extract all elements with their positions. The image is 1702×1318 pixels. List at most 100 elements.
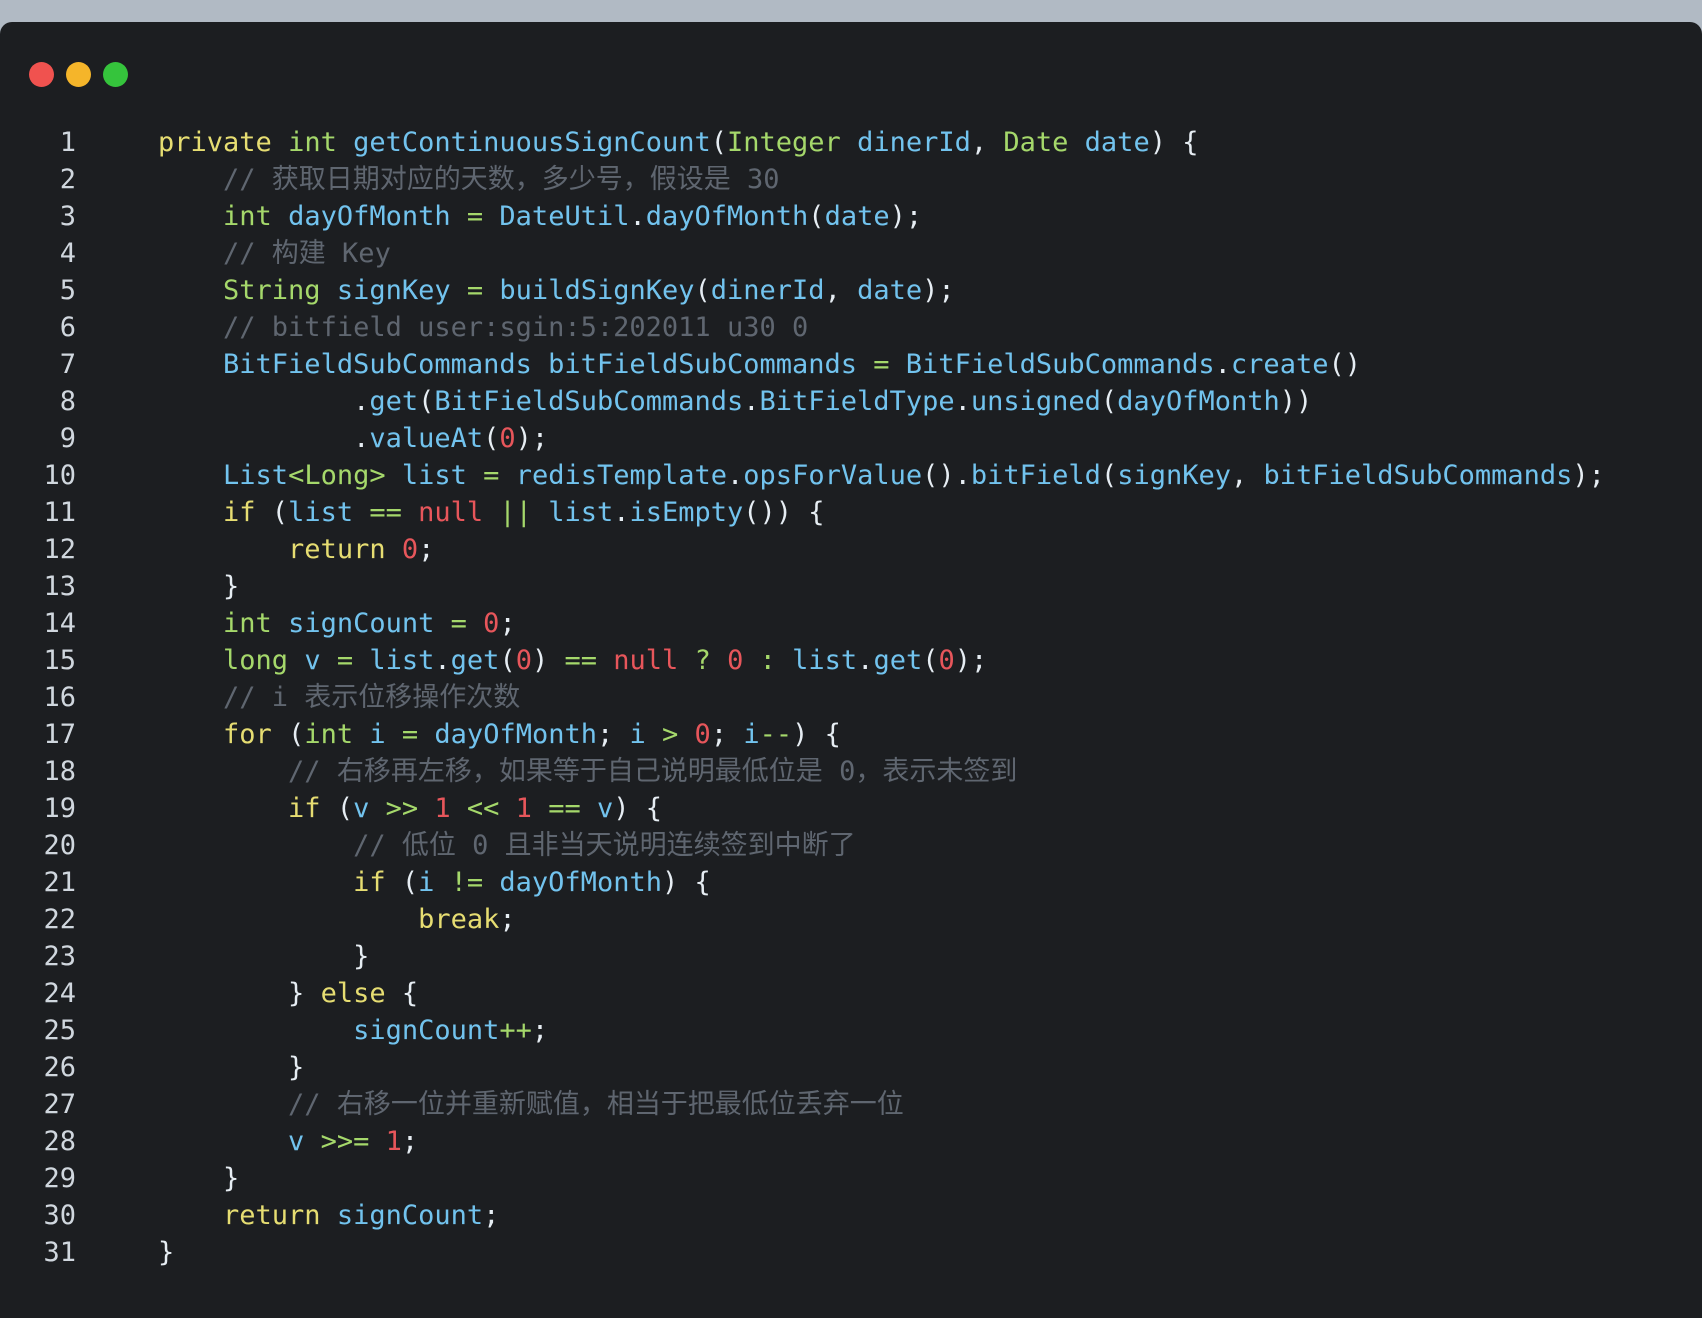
code-line: 29 } — [0, 1160, 1702, 1197]
code-token: get — [369, 386, 419, 417]
code-text: String signKey = buildSignKey(dinerId, d… — [158, 272, 955, 309]
code-line: 9 .valueAt(0); — [0, 420, 1702, 457]
code-text: .valueAt(0); — [158, 420, 548, 457]
code-token: ) { — [1149, 127, 1199, 158]
line-number: 29 — [43, 1163, 76, 1194]
code-text: BitFieldSubCommands bitFieldSubCommands … — [158, 346, 1361, 383]
code-token: BitFieldSubCommands — [434, 386, 744, 417]
code-text: return 0; — [158, 531, 434, 568]
code-token: unsigned — [970, 386, 1101, 417]
line-number: 8 — [59, 386, 76, 417]
line-number: 2 — [59, 164, 76, 195]
code-token: : — [743, 645, 793, 676]
minimize-button[interactable] — [66, 62, 91, 87]
code-line: 15 long v = list.get(0) == null ? 0 : li… — [0, 642, 1702, 679]
code-token: 1 — [385, 1126, 402, 1157]
line-number: 27 — [43, 1089, 76, 1120]
code-token: )) — [1279, 386, 1313, 417]
code-line: 17 for (int i = dayOfMonth; i > 0; i--) … — [0, 716, 1702, 753]
code-token: ( — [694, 275, 711, 306]
code-token: Long — [304, 460, 370, 491]
code-token: } — [288, 978, 321, 1009]
code-text: .get(BitFieldSubCommands.BitFieldType.un… — [158, 383, 1312, 420]
code-text: signCount++; — [158, 1012, 548, 1049]
code-token: valueAt — [369, 423, 484, 454]
code-line: 10 List<Long> list = redisTemplate.opsFo… — [0, 457, 1702, 494]
code-token: 0 — [483, 608, 500, 639]
code-token: // 获取日期对应的天数，多少号，假设是 30 — [223, 164, 780, 195]
code-token: return — [288, 534, 386, 565]
code-token: long — [223, 645, 289, 676]
code-token: () — [1328, 349, 1361, 380]
code-token: DateUtil — [499, 201, 630, 232]
code-token: > — [645, 719, 695, 750]
code-token: signKey — [1117, 460, 1231, 491]
line-number: 10 — [43, 460, 76, 491]
code-token: list — [792, 645, 858, 676]
code-token: << — [450, 793, 516, 824]
code-token: signCount — [336, 1200, 484, 1231]
code-line: 25 signCount++; — [0, 1012, 1702, 1049]
code-token: 1 — [515, 793, 532, 824]
code-token: = — [320, 645, 370, 676]
code-line: 28 v >>= 1; — [0, 1123, 1702, 1160]
code-token: BitFieldType — [759, 386, 955, 417]
line-number: 21 — [43, 867, 76, 898]
code-token: } — [223, 1163, 240, 1194]
code-token: redisTemplate — [515, 460, 728, 491]
code-window: 1 private int getContinuousSignCount(Inte… — [0, 22, 1702, 1318]
code-token: dinerId — [710, 275, 825, 306]
code-token: ); — [954, 645, 988, 676]
code-token: ; — [499, 904, 516, 935]
code-token: ; — [483, 1200, 500, 1231]
code-token: , — [1231, 460, 1264, 491]
line-number: 31 — [43, 1237, 76, 1268]
code-text: if (v >> 1 << 1 == v) { — [158, 790, 662, 827]
code-token: -- — [759, 719, 793, 750]
code-text: // 右移一位并重新赋值，相当于把最低位丢弃一位 — [158, 1086, 904, 1123]
code-token: 0 — [401, 534, 419, 565]
code-token: bitField — [970, 460, 1101, 491]
line-number: 28 — [43, 1126, 76, 1157]
code-token: ( — [385, 867, 419, 898]
code-token: v — [288, 1126, 305, 1157]
code-line: 8 .get(BitFieldSubCommands.BitFieldType.… — [0, 383, 1702, 420]
code-line: 30 return signCount; — [0, 1197, 1702, 1234]
code-token: // 右移再左移，如果等于自己说明最低位是 0，表示未签到 — [288, 756, 1018, 787]
code-token: = — [434, 608, 484, 639]
code-line: 6 // bitfield user:sgin:5:202011 u30 0 — [0, 309, 1702, 346]
code-token: date — [857, 275, 923, 306]
code-token: // i 表示位移操作次数 — [223, 682, 521, 713]
code-token: ( — [320, 793, 354, 824]
code-token: BitFieldSubCommands — [905, 349, 1215, 380]
code-token: // 低位 0 且非当天说明连续签到中断了 — [353, 830, 856, 861]
code-token: . — [613, 497, 630, 528]
line-number: 1 — [59, 127, 76, 158]
code-token: dayOfMonth — [434, 719, 597, 750]
code-token: ( — [271, 719, 305, 750]
code-line: 20 // 低位 0 且非当天说明连续签到中断了 — [0, 827, 1702, 864]
maximize-button[interactable] — [103, 62, 128, 87]
code-text: } — [158, 568, 239, 605]
code-token: != — [434, 867, 500, 898]
line-number: 25 — [43, 1015, 76, 1046]
code-token: get — [873, 645, 923, 676]
code-text: // bitfield user:sgin:5:202011 u30 0 — [158, 309, 808, 346]
code-token: dayOfMonth — [1117, 386, 1280, 417]
code-token: . — [353, 423, 370, 454]
code-token: ; — [499, 608, 516, 639]
code-token: , — [970, 127, 1004, 158]
line-number: 23 — [43, 941, 76, 972]
code-token: = — [385, 719, 435, 750]
code-token: . — [1214, 349, 1231, 380]
code-token: dinerId — [857, 127, 971, 158]
code-token: ( — [499, 645, 516, 676]
close-button[interactable] — [29, 62, 54, 87]
line-number: 30 — [43, 1200, 76, 1231]
code-token: ( — [418, 386, 435, 417]
code-text: // 右移再左移，如果等于自己说明最低位是 0，表示未签到 — [158, 753, 1017, 790]
